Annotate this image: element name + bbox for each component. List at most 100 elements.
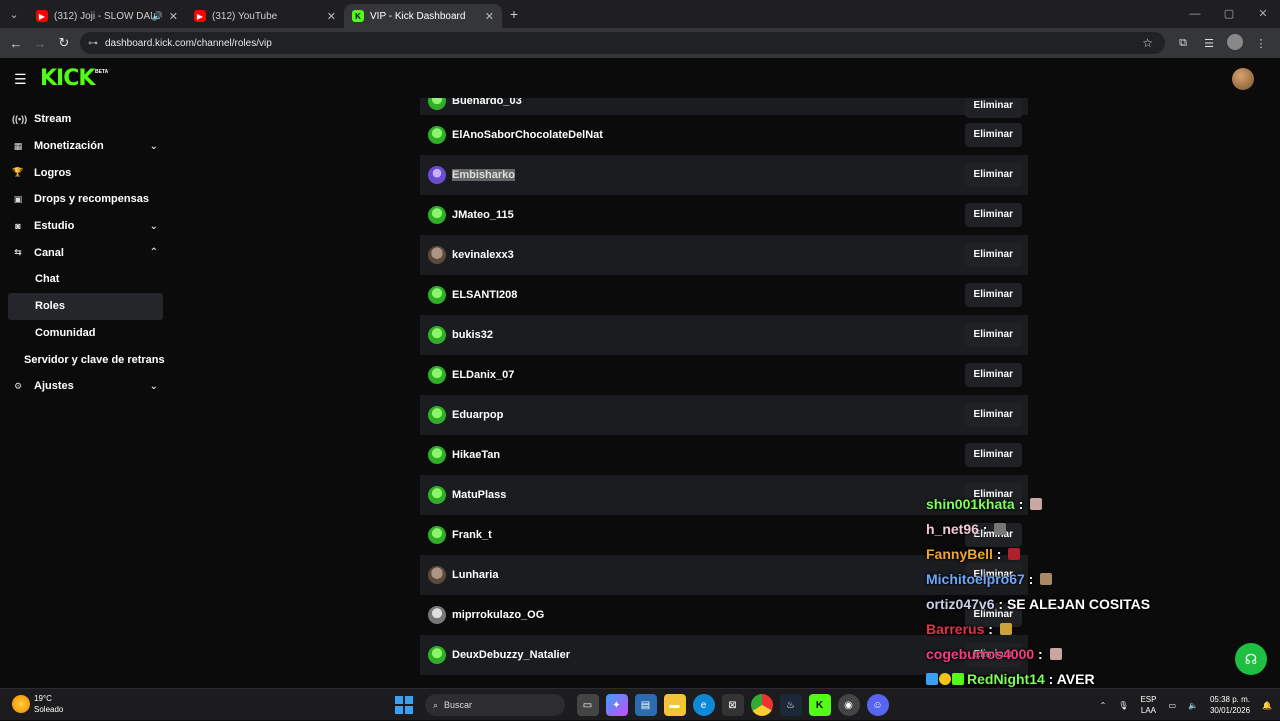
reading-list-icon[interactable]: ☰ (1196, 37, 1222, 50)
sidebar-item-chat[interactable]: Chat (0, 266, 170, 293)
tab-title: VIP - Kick Dashboard (370, 10, 466, 22)
xbox-icon[interactable]: ⊠ (721, 694, 744, 716)
sidebar-item-monetizacion[interactable]: ▦ Monetización ⌄ (0, 133, 170, 160)
tab-search-button[interactable]: ⌄ (0, 0, 28, 28)
store-icon[interactable]: ▤ (634, 694, 657, 716)
steam-icon[interactable]: ♨ (779, 694, 802, 716)
volume-icon[interactable]: 🔈 (1188, 700, 1198, 711)
user-avatar (428, 526, 446, 544)
remove-button[interactable]: Eliminar (964, 323, 1022, 347)
remove-button[interactable]: Eliminar (964, 163, 1022, 187)
remove-button[interactable]: Eliminar (964, 123, 1022, 147)
obs-icon[interactable]: ◉ (837, 694, 860, 716)
remove-button[interactable]: Eliminar (964, 403, 1022, 427)
sidebar-item-label: Roles (35, 300, 65, 313)
new-tab-button[interactable]: + (502, 6, 526, 22)
task-view-icon[interactable]: ▭ (576, 694, 599, 716)
notification-bell-icon[interactable]: 🔔 (1262, 700, 1272, 711)
reload-button[interactable]: ↻ (52, 35, 76, 51)
sidebar-item-canal[interactable]: ⇆ Canal ⌃ (0, 239, 170, 266)
profile-button[interactable] (1222, 33, 1248, 53)
sidebar-item-drops[interactable]: ▣ Drops y recompensas (0, 186, 170, 213)
sidebar-item-estudio[interactable]: ◙ Estudio ⌄ (0, 213, 170, 240)
remove-button[interactable]: Eliminar (964, 443, 1022, 467)
sidebar-item-comunidad[interactable]: Comunidad (0, 320, 170, 347)
windows-start-icon[interactable] (395, 696, 413, 714)
user-avatar (428, 326, 446, 344)
site-info-icon[interactable]: ⊶ (88, 38, 98, 49)
list-item: JMateo_115 Eliminar (420, 195, 1028, 235)
username: bukis32 (452, 329, 493, 341)
clock[interactable]: 05:38 p. m. 30/01/2026 (1210, 694, 1250, 716)
close-icon[interactable]: ✕ (169, 10, 178, 23)
user-avatar (428, 246, 446, 264)
file-explorer-icon[interactable]: ▬ (663, 694, 686, 716)
tab-joji[interactable]: ▶ (312) Joji - SLOW DANCING 🔊 ✕ (28, 4, 186, 28)
date: 30/01/2026 (1209, 706, 1251, 715)
beta-badge: BETA (95, 69, 109, 75)
username: ElAnoSaborChocolateDelNat (452, 129, 603, 141)
emote-icon (1049, 648, 1062, 660)
emote-icon (1040, 573, 1053, 585)
username: Frank_t (452, 529, 492, 541)
keyboard-layout: LAA (1140, 706, 1156, 715)
edge-icon[interactable]: e (692, 694, 715, 716)
taskbar-search[interactable]: ⌕ Buscar (425, 694, 565, 716)
user-avatar[interactable] (1232, 68, 1254, 90)
chrome-icon[interactable] (750, 694, 773, 716)
remove-button[interactable]: Eliminar (964, 243, 1022, 267)
kick-app-icon[interactable]: K (808, 694, 831, 716)
weather-widget[interactable]: 19°C Soleado (12, 693, 63, 715)
tab-kick-dashboard[interactable]: K VIP - Kick Dashboard ✕ (344, 4, 502, 28)
chevron-up-icon[interactable]: ⌃ (1100, 700, 1107, 711)
chat-username: h_net96 (926, 521, 979, 537)
forward-button[interactable]: → (28, 36, 52, 51)
close-window-button[interactable]: ✕ (1246, 0, 1280, 28)
username: JMateo_115 (452, 209, 514, 221)
sidebar-item-servidor[interactable]: Servidor y clave de retrans (0, 346, 170, 373)
close-icon[interactable]: ✕ (485, 10, 494, 23)
remove-button[interactable]: Eliminar (964, 363, 1022, 387)
sidebar-item-stream[interactable]: ((•)) Stream (0, 106, 170, 133)
bookmark-star-icon[interactable]: ☆ (1142, 36, 1153, 50)
network-icon[interactable]: ▭ (1168, 700, 1176, 711)
tab-youtube[interactable]: ▶ (312) YouTube ✕ (186, 4, 344, 28)
language-indicator[interactable]: ESP LAA (1140, 694, 1156, 716)
chevron-down-icon: ⌄ (149, 220, 158, 232)
close-icon[interactable]: ✕ (327, 10, 336, 23)
speaker-icon[interactable]: 🔊 (152, 11, 163, 22)
user-avatar (428, 566, 446, 584)
chat-username: ortiz047v6 (926, 596, 995, 612)
kick-logo[interactable]: KICK (40, 66, 95, 91)
chat-message: shin001khata : (926, 496, 1266, 521)
list-item: ElAnoSaborChocolateDelNat Eliminar (420, 115, 1028, 155)
sidebar-item-roles[interactable]: Roles (8, 292, 163, 320)
copilot-icon[interactable]: ✦ (605, 694, 628, 716)
support-chat-button[interactable]: ☊ (1235, 643, 1267, 675)
extensions-icon[interactable]: ⧉ (1170, 37, 1196, 50)
sidebar-item-label: Comunidad (35, 326, 96, 339)
menu-icon[interactable]: ⋮ (1248, 37, 1274, 50)
minimize-button[interactable]: — (1178, 0, 1212, 28)
back-button[interactable]: ← (4, 36, 28, 51)
microphone-icon[interactable]: 🎙 (1118, 700, 1128, 711)
chat-text: AVER (1056, 671, 1095, 687)
maximize-button[interactable]: ▢ (1212, 0, 1246, 28)
sidebar-item-label: Canal (34, 246, 64, 259)
discord-icon[interactable]: ☺ (866, 694, 889, 716)
user-avatar (428, 126, 446, 144)
chevron-down-icon: ⌄ (149, 380, 158, 392)
taskbar-apps: ⌕ Buscar ▭ ✦ ▤ ▬ e ⊠ ♨ K ◉ ☺ (395, 693, 892, 717)
username: Lunharia (452, 569, 499, 581)
search-icon: ⌕ (433, 699, 439, 710)
hamburger-menu-icon[interactable]: ☰ (14, 71, 27, 88)
user-avatar (428, 446, 446, 464)
sidebar-item-logros[interactable]: 🏆 Logros (0, 159, 170, 186)
sidebar-item-label: Estudio (34, 220, 75, 233)
address-bar[interactable]: ⊶ dashboard.kick.com/channel/roles/vip ☆ (80, 32, 1165, 54)
list-item: Embisharko Eliminar (420, 155, 1028, 195)
remove-button[interactable]: Eliminar (964, 283, 1022, 307)
remove-button[interactable]: Eliminar (964, 203, 1022, 227)
kick-header: ☰ KICK BETA (0, 58, 1280, 98)
sidebar-item-ajustes[interactable]: ⚙ Ajustes ⌄ (0, 373, 170, 400)
